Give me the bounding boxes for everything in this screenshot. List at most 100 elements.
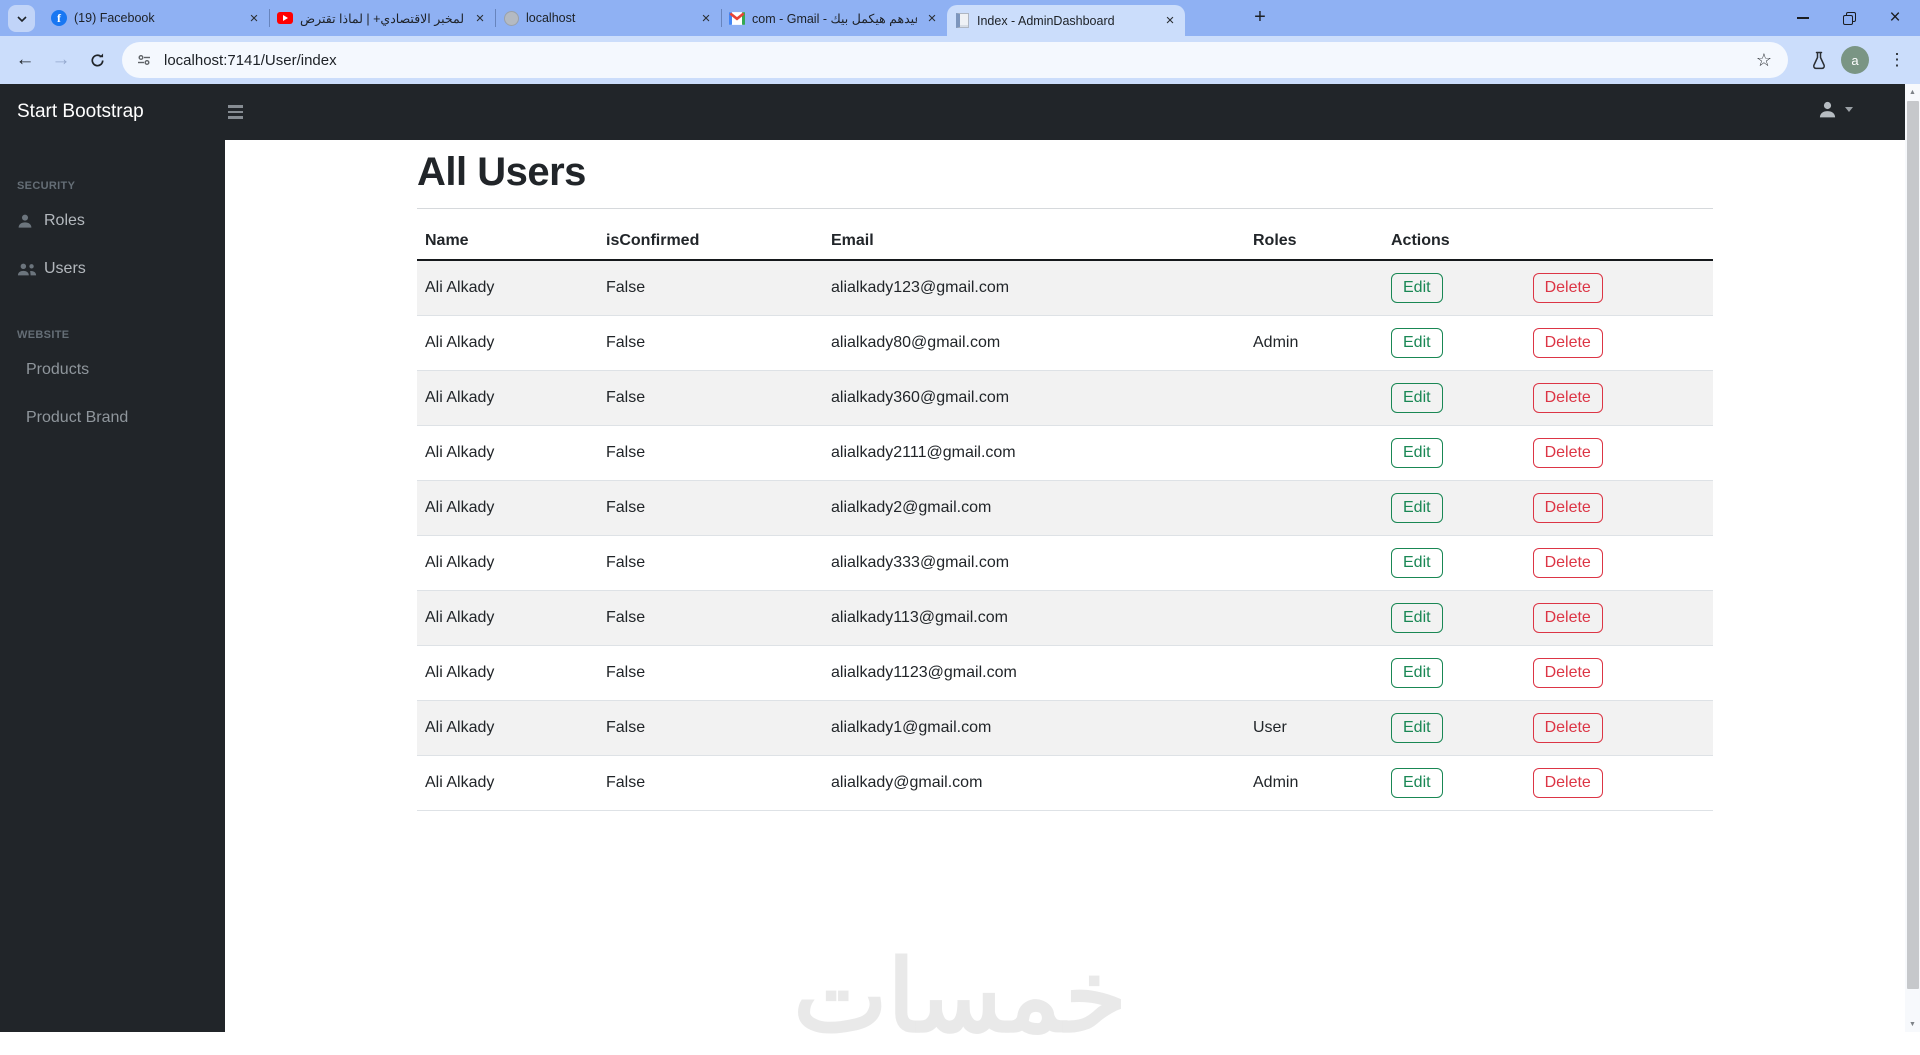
edit-button[interactable]: Edit [1391,547,1443,578]
cell-email: alialkady333@gmail.com [823,535,1245,591]
profile-avatar[interactable]: a [1841,46,1869,74]
browser-tab[interactable]: com - Gmail - عيدهم هيكمل بيك × [722,0,947,36]
table-row: Ali Alkady False alialkady1@gmail.com User E… [417,700,1713,756]
scrollbar-down-arrow[interactable]: ▼ [1905,1016,1920,1032]
cell-roles: Admin [1245,755,1383,811]
cell-isconfirmed: False [598,645,823,701]
window-restore-button[interactable] [1834,3,1864,33]
experiments-flask-icon[interactable] [1804,36,1834,84]
delete-button[interactable]: Delete [1532,492,1603,523]
globe-favicon [503,10,519,26]
restore-icon [1843,12,1856,25]
cell-actions: Edit Delete [1383,645,1713,701]
chevron-down-icon [16,15,27,22]
cell-roles [1245,480,1383,536]
sidebar-item-users[interactable]: Users [0,245,225,293]
browser-toolbar: ← → localhost:7141/User/index ☆ a ⋮ [0,36,1920,84]
tab-close-icon[interactable]: × [1162,12,1178,29]
cell-actions: Edit Delete [1383,315,1713,371]
browser-tab[interactable]: f (19) Facebook × [44,0,269,36]
tab-close-icon[interactable]: × [698,10,714,27]
page-scrollbar[interactable]: ▲ ▼ [1905,84,1920,1032]
delete-button[interactable]: Delete [1532,547,1603,578]
cell-roles [1245,645,1383,701]
sidebar-toggle-button[interactable] [228,101,254,123]
cell-actions: Edit Delete [1383,755,1713,811]
table-header-row: Name isConfirmed Email Roles Actions [417,223,1713,261]
edit-button[interactable]: Edit [1391,492,1443,523]
tab-list: f (19) Facebook × المخبر الاقتصادي+ | لماذا… [44,0,1185,36]
edit-button[interactable]: Edit [1391,272,1443,303]
cell-name: Ali Alkady [417,590,598,646]
edit-button[interactable]: Edit [1391,602,1443,633]
column-header-actions: Actions [1383,223,1713,261]
cell-roles: Admin [1245,315,1383,371]
tab-close-icon[interactable]: × [472,10,488,27]
cell-isconfirmed: False [598,590,823,646]
tab-close-icon[interactable]: × [246,10,262,27]
bookmark-star-icon[interactable]: ☆ [1756,50,1772,71]
cell-roles [1245,425,1383,481]
cell-email: alialkady1123@gmail.com [823,645,1245,701]
cell-name: Ali Alkady [417,480,598,536]
sidebar-item-products[interactable]: Products [0,346,225,394]
delete-button[interactable]: Delete [1532,437,1603,468]
address-bar[interactable]: localhost:7141/User/index ☆ [122,42,1788,78]
edit-button[interactable]: Edit [1391,657,1443,688]
users-table: Name isConfirmed Email Roles Actions Ali… [417,223,1713,811]
browser-tab[interactable]: localhost × [496,0,721,36]
table-row: Ali Alkady False alialkady360@gmail.com Edi… [417,370,1713,426]
cell-name: Ali Alkady [417,260,598,316]
window-close-button[interactable]: × [1880,3,1910,33]
browser-menu-icon[interactable]: ⋮ [1884,36,1910,84]
delete-button[interactable]: Delete [1532,382,1603,413]
edit-button[interactable]: Edit [1391,437,1443,468]
cell-name: Ali Alkady [417,535,598,591]
cell-email: alialkady113@gmail.com [823,590,1245,646]
edit-button[interactable]: Edit [1391,712,1443,743]
window-controls: × [1788,0,1910,36]
delete-button[interactable]: Delete [1532,327,1603,358]
forward-button[interactable]: → [44,36,78,84]
scrollbar-thumb[interactable] [1906,101,1919,989]
cell-roles: User [1245,700,1383,756]
scrollbar-up-arrow[interactable]: ▲ [1905,84,1920,100]
edit-button[interactable]: Edit [1391,327,1443,358]
brand-link[interactable]: Start Bootstrap [17,84,144,140]
sidebar-item-roles[interactable]: Roles [0,197,225,245]
delete-button[interactable]: Delete [1532,272,1603,303]
url-text[interactable]: localhost:7141/User/index [164,52,1756,69]
browser-tab[interactable]: المخبر الاقتصادي+ | لماذا تقترض × [270,0,495,36]
cell-isconfirmed: False [598,315,823,371]
edit-button[interactable]: Edit [1391,382,1443,413]
new-tab-button[interactable]: + [1248,6,1272,30]
cell-name: Ali Alkady [417,645,598,701]
tab-search-button[interactable] [8,5,35,32]
browser-tab-active[interactable]: Index - AdminDashboard × [947,5,1185,36]
delete-button[interactable]: Delete [1532,767,1603,798]
window-minimize-button[interactable] [1788,3,1818,33]
delete-button[interactable]: Delete [1532,712,1603,743]
back-button[interactable]: ← [8,36,42,84]
tab-title: (19) Facebook [74,11,155,25]
table-row: Ali Alkady False alialkady80@gmail.com Admi… [417,315,1713,371]
cell-email: alialkady@gmail.com [823,755,1245,811]
site-settings-icon[interactable] [136,52,152,68]
reload-icon [91,53,104,66]
delete-button[interactable]: Delete [1532,602,1603,633]
youtube-favicon [277,10,293,26]
tab-title: com - Gmail - عيدهم هيكمل بيك [752,11,917,26]
table-row: Ali Alkady False alialkady1123@gmail.com Ed… [417,645,1713,701]
person-icon [17,213,44,229]
cell-name: Ali Alkady [417,370,598,426]
cell-name: Ali Alkady [417,700,598,756]
table-row: Ali Alkady False alialkady123@gmail.com Edi… [417,260,1713,316]
sidebar-item-product-brand[interactable]: Product Brand [0,394,225,442]
delete-button[interactable]: Delete [1532,657,1603,688]
edit-button[interactable]: Edit [1391,767,1443,798]
tab-close-icon[interactable]: × [924,10,940,27]
cell-roles [1245,535,1383,591]
column-header-isconfirmed: isConfirmed [598,223,823,261]
reload-button[interactable] [80,36,114,84]
user-dropdown[interactable] [1818,100,1853,119]
